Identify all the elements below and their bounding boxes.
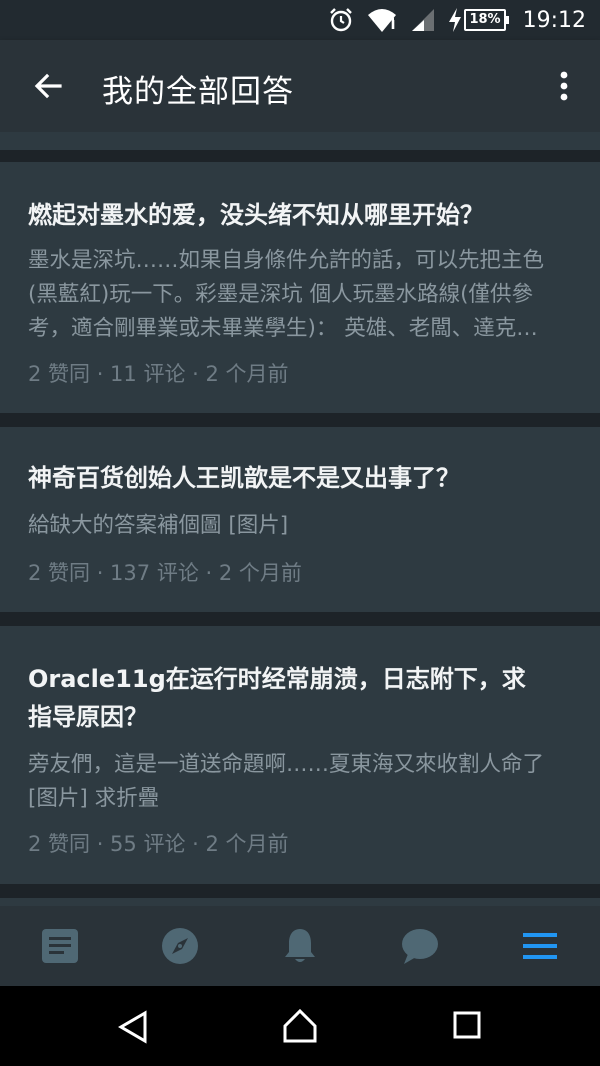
- excerpt-line: 墨水是深坑……如果自身條件允許的話，可以先把主色: [28, 248, 545, 273]
- signal-icon: [410, 7, 436, 33]
- compass-icon[interactable]: [160, 926, 200, 966]
- clock: 19:12: [522, 7, 586, 33]
- answer-card[interactable]: 燃起对墨水的爱，没头绪不知从哪里开始？ 墨水是深坑……如果自身條件允許的話，可以…: [0, 162, 600, 413]
- chat-bubble-icon[interactable]: [400, 926, 440, 966]
- question-title[interactable]: Oracle11g在运行时经常崩溃，日志附下，求 指导原因？: [28, 660, 576, 736]
- excerpt-line: 給缺大的答案補個圖 [图片]: [28, 513, 289, 538]
- excerpt-line: 考，適合剛畢業或未畢業學生)： 英雄、老闆、達克…: [28, 316, 538, 341]
- status-bar: 18% 19:12: [0, 0, 600, 40]
- wifi-icon: [366, 7, 398, 33]
- answer-card[interactable]: 神奇百货创始人王凯歆是不是又出事了？ 給缺大的答案補個圖 [图片] 2 赞同 ·…: [0, 427, 600, 612]
- answer-card[interactable]: Oracle11g在运行时经常崩溃，日志附下，求 指导原因？ 旁友們，這是一道送…: [0, 626, 600, 884]
- charging-icon: [448, 8, 462, 32]
- recents-icon[interactable]: [452, 1010, 482, 1044]
- answer-meta: 2 赞同 · 137 评论 · 2 个月前: [28, 561, 302, 585]
- page-title: 我的全部回答: [102, 74, 294, 110]
- bell-icon[interactable]: [280, 926, 320, 966]
- excerpt-line: (黑藍紅)玩一下。彩墨是深坑 個人玩墨水路線(僅供參: [28, 282, 534, 307]
- more-vertical-icon[interactable]: [552, 68, 576, 104]
- question-title[interactable]: 神奇百货创始人王凯歆是不是又出事了？: [28, 459, 576, 497]
- system-navigation-bar: [0, 986, 600, 1066]
- answer-excerpt[interactable]: 墨水是深坑……如果自身條件允許的話，可以先把主色 (黑藍紅)玩一下。彩墨是深坑 …: [28, 244, 578, 346]
- article-icon[interactable]: [40, 926, 80, 966]
- battery-percent: 18%: [464, 9, 506, 31]
- answer-meta: 2 赞同 · 11 评论 · 2 个月前: [28, 362, 289, 386]
- partial-card: [0, 132, 600, 150]
- question-title[interactable]: 燃起对墨水的爱，没头绪不知从哪里开始？: [28, 196, 576, 234]
- answer-meta: 2 赞同 · 55 评论 · 2 个月前: [28, 832, 289, 856]
- excerpt-line: 旁友們，這是一道送命題啊……夏東海又來收割人命了: [28, 752, 545, 777]
- excerpt-line: [图片] 求折疊: [28, 786, 160, 811]
- answer-excerpt[interactable]: 旁友們，這是一道送命題啊……夏東海又來收割人命了 [图片] 求折疊: [28, 748, 578, 816]
- home-icon[interactable]: [282, 1008, 318, 1048]
- battery-icon: 18%: [464, 9, 509, 31]
- bottom-navigation: [0, 906, 600, 986]
- alarm-icon: [328, 7, 354, 33]
- question-line: Oracle11g在运行时经常崩溃，日志附下，求: [28, 665, 526, 693]
- answer-excerpt[interactable]: 給缺大的答案補個圖 [图片]: [28, 509, 578, 543]
- back-triangle-icon[interactable]: [116, 1010, 150, 1048]
- app-bar: 我的全部回答: [0, 40, 600, 132]
- arrow-left-icon[interactable]: [30, 68, 66, 104]
- partial-card: [0, 898, 600, 906]
- hamburger-menu-icon[interactable]: [520, 926, 560, 966]
- question-line: 指导原因？: [28, 703, 148, 731]
